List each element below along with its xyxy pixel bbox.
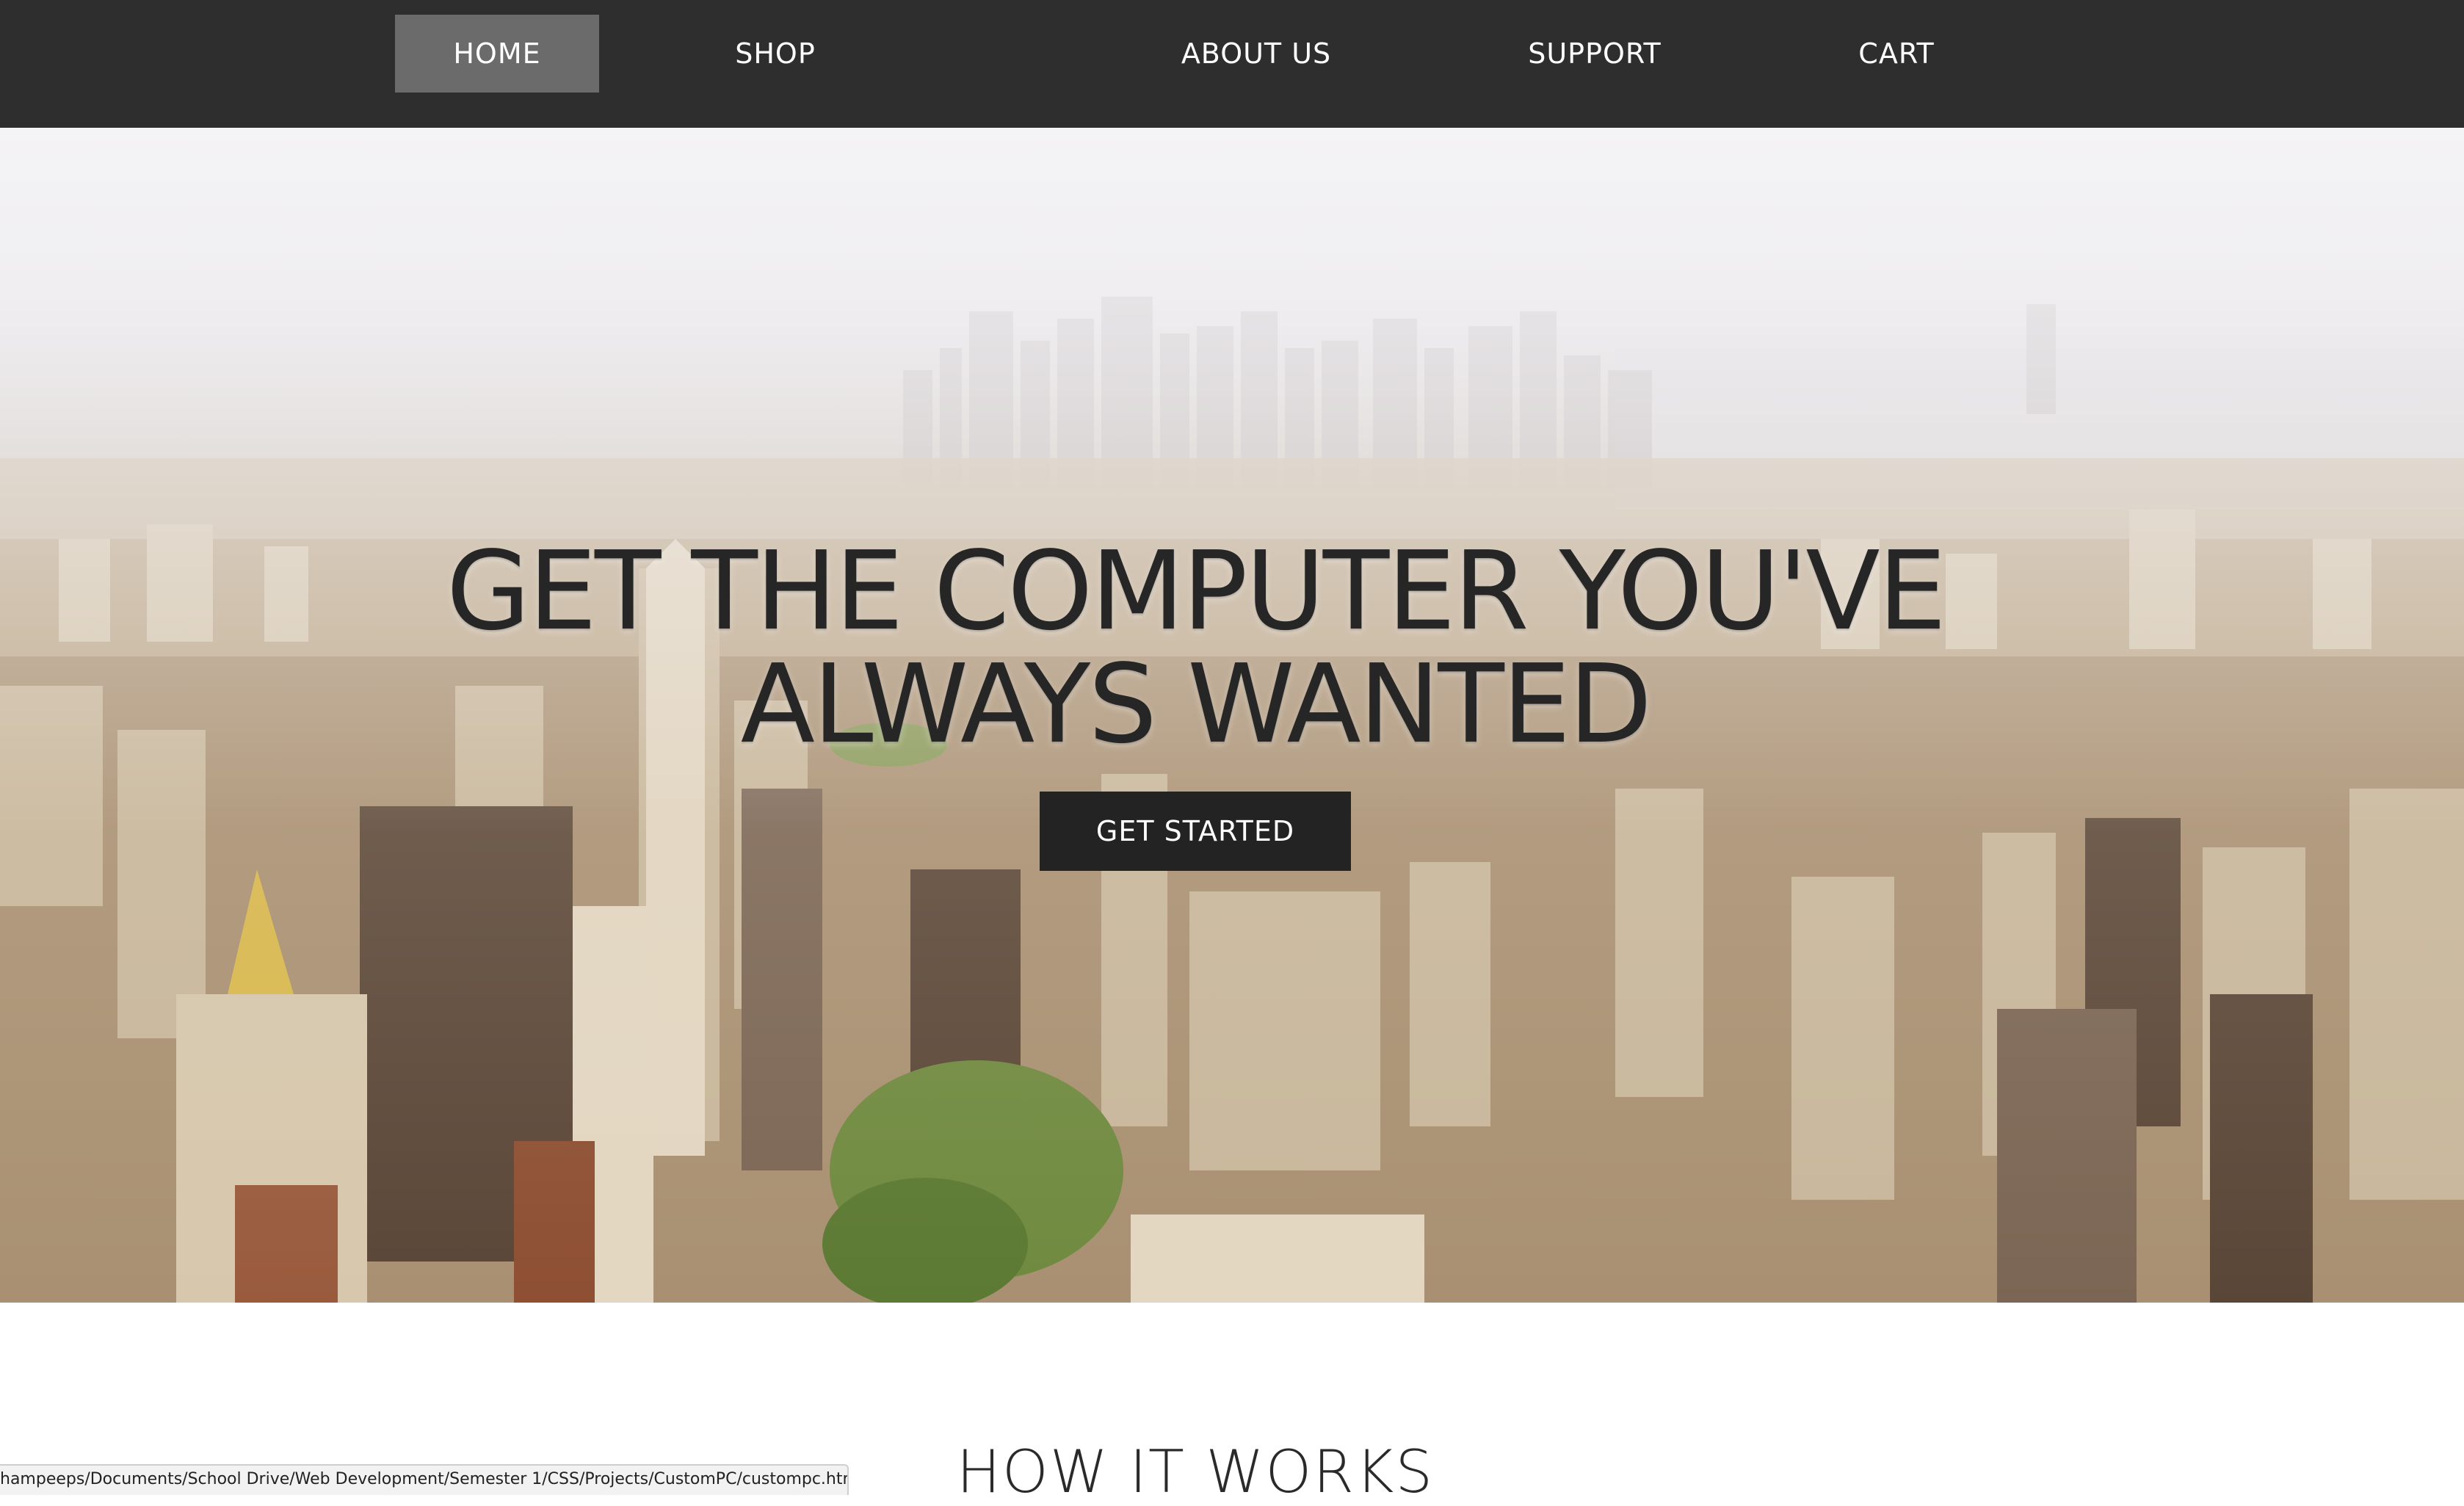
nav-cart[interactable]: CART [1818,15,1975,93]
hero-title-line-1: GET THE COMPUTER YOU'VE [446,528,1946,655]
hero-section: GET THE COMPUTER YOU'VE ALWAYS WANTED GE… [0,128,2464,1303]
nav-shop[interactable]: SHOP [695,15,856,93]
nav-about-us[interactable]: ABOUT US [1150,15,1363,93]
get-started-button[interactable]: GET STARTED [1040,792,1351,871]
hero-title-line-2: ALWAYS WANTED [740,641,1653,768]
nav-home[interactable]: HOME [395,15,599,93]
top-navbar: HOME SHOP ABOUT US SUPPORT CART [0,0,2464,128]
hero-title: GET THE COMPUTER YOU'VE ALWAYS WANTED [0,535,2391,761]
nav-support[interactable]: SUPPORT [1498,15,1692,93]
status-bar-url: hampeeps/Documents/School Drive/Web Deve… [0,1464,849,1495]
